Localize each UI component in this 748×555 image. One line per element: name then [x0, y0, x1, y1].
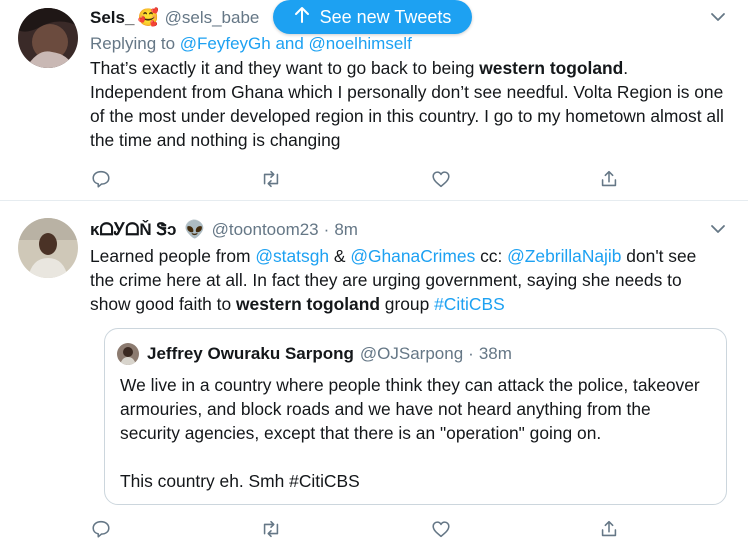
- mention-link[interactable]: @FeyfeyGh: [180, 34, 271, 53]
- text-span: group: [379, 294, 435, 314]
- alien-icon: 👽: [184, 220, 206, 239]
- text-span: That’s exactly it and they want to go ba…: [90, 58, 480, 78]
- emoji-icon: 🥰: [137, 8, 159, 27]
- tweet-card[interactable]: ĸᗝᎩᗝŇ Ꮥↄ 👽 @toontoom23 · 8m Learned peop…: [0, 202, 748, 555]
- share-icon[interactable]: [598, 518, 622, 542]
- quoted-timestamp: 38m: [478, 344, 512, 363]
- see-new-tweets-button[interactable]: See new Tweets: [273, 0, 472, 34]
- user-handle[interactable]: @toontoom23: [212, 220, 319, 240]
- tweet-text: Learned people from @statsgh & @GhanaCri…: [90, 244, 724, 316]
- tweet-text: That’s exactly it and they want to go ba…: [90, 56, 724, 152]
- replying-to: Replying to @FeyfeyGh and @noelhimself: [90, 32, 724, 56]
- chevron-down-icon[interactable]: [709, 10, 727, 24]
- avatar[interactable]: [18, 218, 78, 278]
- text-span: &: [329, 246, 351, 266]
- like-icon[interactable]: [430, 518, 454, 542]
- display-name[interactable]: ĸᗝᎩᗝŇ Ꮥↄ: [90, 220, 176, 240]
- action-bar: [90, 168, 630, 192]
- text-span: Learned people from: [90, 246, 256, 266]
- separator-dot: ·: [323, 220, 330, 239]
- chevron-down-icon[interactable]: [709, 222, 727, 236]
- text-span: cc:: [475, 246, 508, 266]
- action-bar: [90, 518, 630, 542]
- display-name[interactable]: Sels_: [90, 8, 134, 28]
- quoted-text: We live in a country where people think …: [120, 373, 712, 493]
- replying-label: Replying to: [90, 34, 180, 53]
- mention-link[interactable]: @statsgh: [255, 246, 329, 266]
- bold-text: western togoland: [236, 294, 380, 314]
- arrow-up-icon: [294, 6, 310, 29]
- quoted-handle: @OJSarpong: [359, 344, 464, 363]
- mention-link[interactable]: @ZebrillaNajib: [507, 246, 621, 266]
- avatar: [117, 343, 139, 365]
- retweet-icon[interactable]: [260, 168, 284, 192]
- like-icon[interactable]: [430, 168, 454, 192]
- reply-icon[interactable]: [90, 518, 114, 542]
- mention-link[interactable]: @GhanaCrimes: [350, 246, 475, 266]
- bold-text: western togoland: [479, 58, 624, 78]
- user-handle[interactable]: @sels_babe: [165, 8, 260, 28]
- see-new-tweets-label: See new Tweets: [319, 6, 452, 27]
- reply-icon[interactable]: [90, 168, 114, 192]
- separator-dot: ·: [468, 344, 474, 363]
- quoted-display-name: Jeffrey Owuraku Sarpong: [147, 344, 354, 363]
- hashtag-link[interactable]: #CitiCBS: [434, 294, 505, 314]
- mention-link[interactable]: @noelhimself: [309, 34, 412, 53]
- quoted-paragraph: This country eh. Smh #CitiCBS: [120, 471, 360, 491]
- quoted-paragraph: We live in a country where people think …: [120, 375, 700, 443]
- avatar[interactable]: [18, 8, 78, 68]
- replying-and[interactable]: and: [271, 34, 309, 53]
- timestamp[interactable]: 8m: [334, 220, 358, 240]
- share-icon[interactable]: [598, 168, 622, 192]
- quoted-tweet[interactable]: Jeffrey Owuraku Sarpong @OJSarpong · 38m…: [104, 328, 727, 505]
- retweet-icon[interactable]: [260, 518, 284, 542]
